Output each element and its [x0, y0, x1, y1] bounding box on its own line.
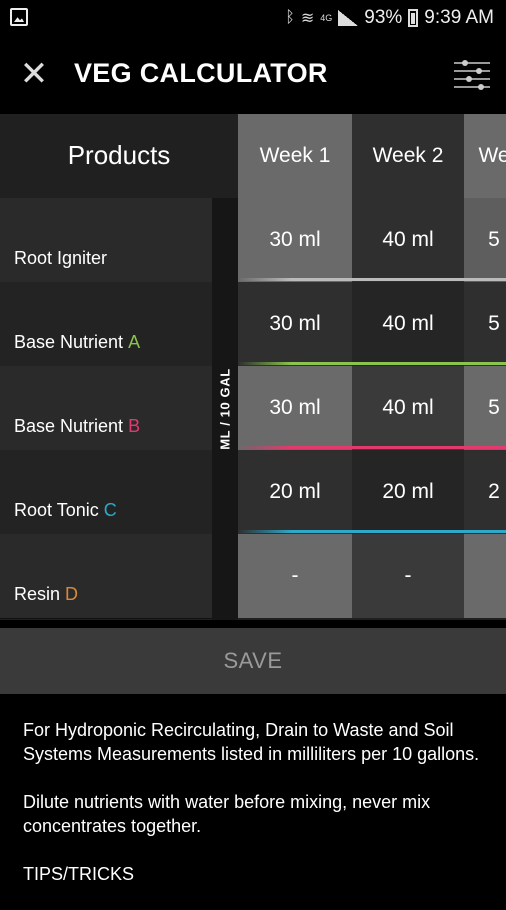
dose-cell[interactable] [464, 534, 506, 618]
product-name-text: Base Nutrient [14, 416, 124, 436]
week-header-1: Week 1 [238, 114, 352, 198]
dose-value: - [291, 564, 299, 587]
product-name: Root Igniter [14, 248, 107, 269]
status-bar: ᛒ ≋ 4G 93% 9:39 AM [0, 0, 506, 36]
dose-cell[interactable]: 5 [464, 366, 506, 450]
dose-value: 20 ml [269, 480, 321, 503]
dose-cell[interactable]: 40 ml [352, 366, 464, 450]
product-name-text: Root Tonic [14, 500, 99, 520]
wifi-icon: ≋ [300, 10, 315, 27]
products-header: Products [0, 114, 238, 199]
product-row: Base Nutrient B [0, 366, 212, 451]
network-label: 4G [320, 13, 333, 23]
info-paragraph-2: Dilute nutrients with water before mixin… [23, 792, 431, 836]
battery-icon [408, 9, 419, 27]
info-text: For Hydroponic Recirculating, Drain to W… [23, 718, 483, 910]
product-name: Resin D [14, 584, 78, 605]
dose-cell[interactable]: 5 [464, 198, 506, 282]
product-letter: A [128, 332, 141, 352]
info-paragraph-1: For Hydroponic Recirculating, Drain to W… [23, 720, 480, 764]
product-letter: D [65, 584, 79, 604]
unit-label: ML / 10 GAL [217, 368, 233, 450]
image-icon [10, 8, 28, 26]
dose-value: 5 [488, 396, 500, 419]
product-name-text: Resin [14, 584, 61, 604]
product-name: Base Nutrient A [14, 332, 140, 353]
product-row: Base Nutrient A [0, 282, 212, 367]
dosage-table[interactable]: Products ML / 10 GAL Week 1 Week 2 We Root … [0, 114, 506, 620]
close-icon[interactable]: ✕ [18, 57, 50, 91]
dose-cell[interactable]: - [352, 534, 464, 618]
clock: 9:39 AM [424, 7, 494, 28]
dose-value: - [404, 564, 412, 587]
dose-value: 2 [488, 480, 500, 503]
dose-cell[interactable]: 30 ml [238, 198, 352, 282]
product-name-text: Base Nutrient [14, 332, 124, 352]
dose-cell[interactable]: 5 [464, 282, 506, 366]
product-row: Root Igniter [0, 198, 212, 283]
dose-cell[interactable]: 30 ml [238, 366, 352, 450]
save-button[interactable]: SAVE [0, 628, 506, 694]
dose-value: 40 ml [382, 396, 434, 419]
dose-cell[interactable]: 20 ml [352, 450, 464, 534]
product-letter: C [103, 500, 117, 520]
save-label: SAVE [223, 648, 283, 673]
dose-cell[interactable]: 20 ml [238, 450, 352, 534]
tips-heading: TIPS/TRICKS [23, 864, 135, 884]
row-accent-line [238, 362, 506, 365]
unit-label-column: ML / 10 GAL [212, 198, 238, 620]
week-header-2: Week 2 [352, 114, 464, 198]
filter-icon[interactable] [454, 56, 490, 92]
dose-value: 20 ml [382, 480, 434, 503]
dose-value: 30 ml [269, 228, 321, 251]
dose-cell[interactable]: 40 ml [352, 282, 464, 366]
dose-cell[interactable]: 40 ml [352, 198, 464, 282]
dose-value: 40 ml [382, 312, 434, 335]
product-name: Root Tonic C [14, 500, 117, 521]
bluetooth-icon: ᛒ [285, 9, 295, 26]
dose-value: 5 [488, 312, 500, 335]
dose-value: 5 [488, 228, 500, 251]
row-accent-line [238, 278, 506, 281]
dose-cell[interactable]: 30 ml [238, 282, 352, 366]
signal-icon [338, 10, 359, 26]
dose-value: 40 ml [382, 228, 434, 251]
product-row: Root Tonic C [0, 450, 212, 535]
page-title: VEG CALCULATOR [74, 58, 328, 88]
week-header-3: We [464, 114, 506, 198]
battery-percent: 93% [364, 7, 403, 28]
week-header-label: Week 2 [372, 144, 444, 167]
product-name: Base Nutrient B [14, 416, 140, 437]
dose-cell[interactable]: - [238, 534, 352, 618]
dose-value: 30 ml [269, 396, 321, 419]
dose-cell[interactable]: 2 [464, 450, 506, 534]
week-header-label: Week 1 [259, 144, 331, 167]
week-header-label: We [478, 144, 506, 167]
app-bar: ✕ VEG CALCULATOR [0, 36, 506, 114]
dose-value: 30 ml [269, 312, 321, 335]
product-row: Resin D [0, 534, 212, 619]
product-letter: B [128, 416, 141, 436]
product-name-text: Root Igniter [14, 248, 108, 268]
products-header-label: Products [67, 140, 171, 170]
row-accent-line [238, 446, 506, 449]
row-accent-line [238, 530, 506, 533]
